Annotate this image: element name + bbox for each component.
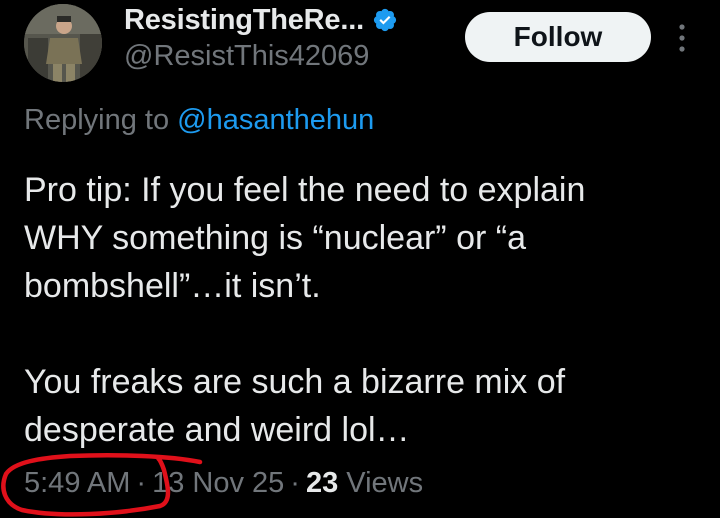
author-name-row[interactable]: ResistingTheRe...: [124, 0, 398, 40]
reply-mention-link[interactable]: @hasanthehun: [177, 104, 374, 136]
tweet-line: desperate and weird lol…: [24, 411, 410, 449]
verified-badge-icon[interactable]: [372, 7, 398, 33]
tweet-meta: 5:49 AM · 13 Nov 25 · 23 Views: [24, 467, 423, 500]
views-count[interactable]: 23: [306, 467, 338, 499]
profile-photo-icon: [24, 4, 102, 82]
meta-separator: ·: [136, 467, 147, 499]
views-label[interactable]: Views: [346, 467, 423, 499]
tweet-text: Pro tip: If you feel the need to explain…: [24, 166, 704, 454]
more-options-icon[interactable]: [672, 18, 692, 58]
replying-prefix: Replying to: [24, 104, 170, 136]
tweet-date[interactable]: 13 Nov 25: [152, 467, 284, 499]
tweet-time[interactable]: 5:49 AM: [24, 467, 130, 499]
avatar[interactable]: [24, 4, 102, 82]
tweet-line: WHY something is “nuclear” or “a: [24, 219, 526, 257]
replying-to: Replying to @hasanthehun: [24, 104, 374, 137]
author-display-name[interactable]: ResistingTheRe...: [124, 4, 364, 37]
author-handle[interactable]: @ResistThis42069: [124, 40, 369, 73]
tweet-line: You freaks are such a bizarre mix of: [24, 363, 566, 401]
meta-separator: ·: [290, 467, 300, 499]
tweet-line: Pro tip: If you feel the need to explain: [24, 171, 586, 209]
tweet-line: bombshell”…it isn’t.: [24, 267, 321, 305]
follow-button[interactable]: Follow: [465, 12, 651, 62]
